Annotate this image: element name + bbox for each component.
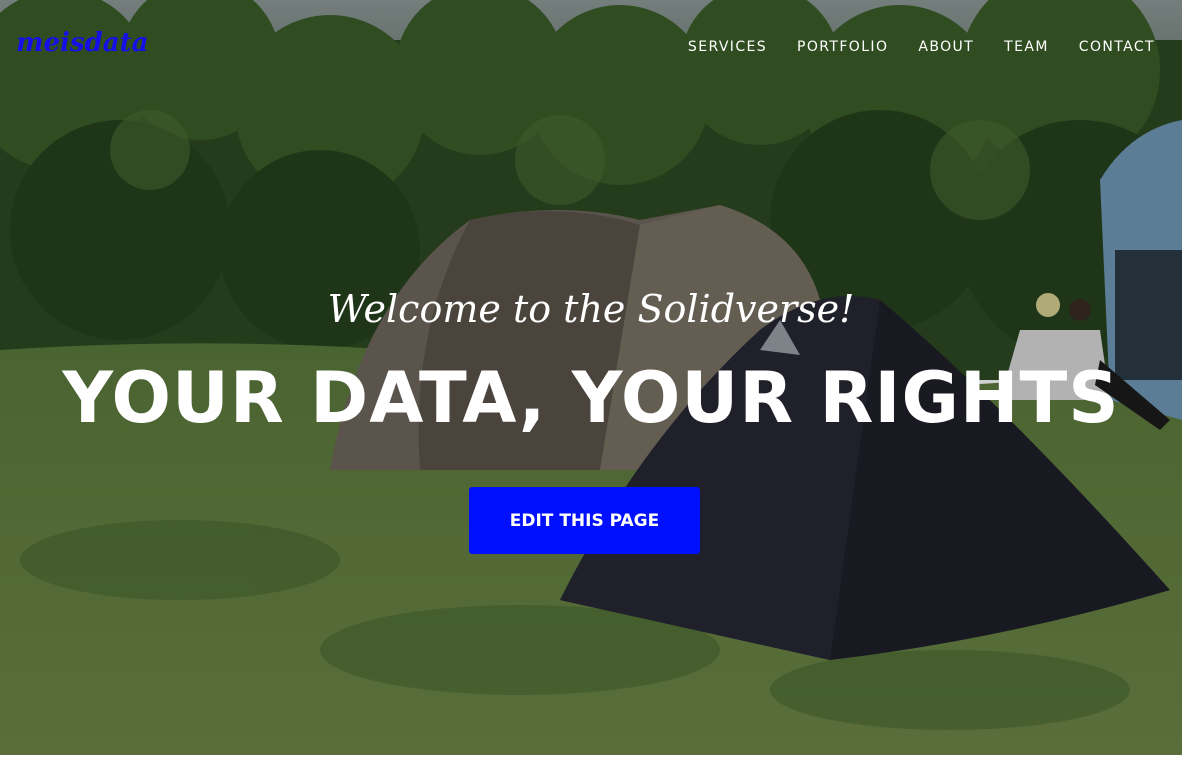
brand-logo[interactable]: meisdata bbox=[16, 28, 148, 58]
edit-page-button[interactable]: EDIT THIS PAGE bbox=[469, 487, 700, 554]
nav-link-about[interactable]: ABOUT bbox=[918, 39, 974, 55]
hero-subheading: Welcome to the Solidverse! bbox=[327, 287, 855, 331]
nav-link-services[interactable]: SERVICES bbox=[688, 39, 767, 55]
navbar: meisdata SERVICES PORTFOLIO ABOUT TEAM C… bbox=[0, 0, 1182, 95]
nav-link-team[interactable]: TEAM bbox=[1004, 39, 1049, 55]
nav-link-portfolio[interactable]: PORTFOLIO bbox=[797, 39, 888, 55]
nav-link-contact[interactable]: CONTACT bbox=[1079, 39, 1155, 55]
nav-menu: SERVICES PORTFOLIO ABOUT TEAM CONTACT bbox=[688, 38, 1155, 56]
hero-section: meisdata SERVICES PORTFOLIO ABOUT TEAM C… bbox=[0, 0, 1182, 755]
hero-heading: YOUR DATA, YOUR RIGHTS bbox=[62, 357, 1120, 439]
